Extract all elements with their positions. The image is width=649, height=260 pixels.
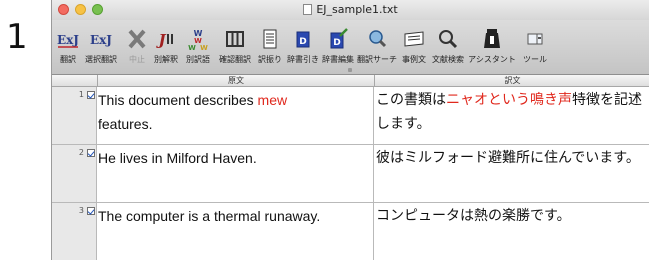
svg-text:D: D [333, 38, 340, 48]
row-number: 2 [78, 148, 84, 157]
highlighted-translation: ニャオという鳴き声 [446, 92, 572, 108]
source-text[interactable]: He lives in Milford Haven. [98, 146, 368, 170]
target-text[interactable]: コンピュータは熱の楽勝です。 [376, 204, 646, 228]
tools-icon [522, 26, 548, 52]
stop-x-icon [124, 26, 150, 52]
sentence-row[interactable]: 1 This document describes mew features. こ… [52, 87, 649, 144]
example-sentence-label: 事例文 [402, 55, 426, 64]
literature-search-label: 文献検索 [432, 55, 464, 64]
window-title-area: EJ_sample1.txt [52, 3, 649, 16]
dictionary-edit-button[interactable]: D 辞書編集 [321, 26, 355, 65]
target-text[interactable]: この書類はニャオという鳴き声特徴を記述します。 [376, 88, 646, 136]
gutter-divider [96, 87, 97, 260]
window-title: EJ_sample1.txt [316, 3, 398, 16]
row-checkbox[interactable] [87, 91, 95, 99]
column-divider[interactable] [373, 87, 374, 260]
ej-translate-icon: ExJ [55, 26, 81, 52]
svg-text:D: D [299, 37, 306, 47]
literature-search-icon [435, 26, 461, 52]
document-icon [303, 4, 313, 15]
stop-label: 中止 [129, 55, 145, 64]
alt-interpretation-label: 別解釈 [154, 55, 178, 64]
sentence-row[interactable]: 3 The computer is a thermal runaway. コンピ… [52, 203, 649, 260]
sentence-row[interactable]: 2 He lives in Milford Haven. 彼はミルフォード避難所… [52, 145, 649, 202]
assistant-icon [479, 26, 505, 52]
translation-search-icon [364, 26, 390, 52]
tools-label: ツール [523, 55, 547, 64]
translate-label: 翻訳 [60, 55, 76, 64]
translation-search-button[interactable]: 翻訳サーチ [355, 26, 399, 65]
svg-text:ExJ: ExJ [57, 33, 79, 47]
alt-word-button[interactable]: WWWW 別訳語 [182, 26, 214, 65]
step-number: 1 [6, 17, 28, 57]
selection-translate-label: 選択翻訳 [85, 55, 117, 64]
assistant-label: アシスタント [468, 55, 516, 64]
row-checkbox[interactable] [87, 149, 95, 157]
stop-button[interactable]: 中止 [124, 26, 150, 65]
dictionary-lookup-icon: D [290, 26, 316, 52]
source-text[interactable]: This document describes mew features. [98, 88, 368, 136]
selection-translate-button[interactable]: ExJ 選択翻訳 [82, 26, 120, 65]
highlighted-word: mew [257, 92, 288, 108]
dictionary-lookup-label: 辞書引き [287, 55, 319, 64]
svg-text:W: W [200, 44, 208, 52]
interlinear-icon [257, 26, 283, 52]
translation-search-label: 翻訳サーチ [357, 55, 397, 64]
target-text[interactable]: 彼はミルフォード避難所に住んでいます。 [376, 146, 646, 170]
dictionary-edit-icon: D [325, 26, 351, 52]
alt-word-icon: WWWW [185, 26, 211, 52]
literature-search-button[interactable]: 文献検索 [429, 26, 467, 65]
source-text[interactable]: The computer is a thermal runaway. [98, 204, 368, 228]
example-sentence-button[interactable]: 事例文 [400, 26, 428, 65]
title-bar: EJ_sample1.txt [52, 0, 649, 20]
row-number: 1 [78, 90, 84, 99]
row-number: 3 [78, 206, 84, 215]
interlinear-button[interactable]: 訳振り [255, 26, 285, 65]
svg-text:J: J [155, 31, 166, 49]
ej-selection-translate-icon: ExJ [88, 26, 114, 52]
dictionary-lookup-button[interactable]: D 辞書引き [286, 26, 320, 65]
source-column-header[interactable]: 原文 [97, 75, 374, 87]
svg-text:W: W [188, 44, 196, 52]
alt-interpretation-button[interactable]: J 別解釈 [150, 26, 182, 65]
assistant-button[interactable]: アシスタント [468, 26, 516, 65]
column-view-icon [222, 26, 248, 52]
alt-word-label: 別訳語 [186, 55, 210, 64]
svg-text:ExJ: ExJ [90, 33, 112, 47]
interlinear-label: 訳振り [258, 55, 282, 64]
app-window: EJ_sample1.txt ExJ 翻訳 ExJ 選択翻訳 中止 J 別解釈 … [51, 0, 649, 260]
toolbar-splitter-handle[interactable] [348, 68, 352, 72]
target-column-header[interactable]: 訳文 [374, 75, 649, 87]
example-sentence-icon [401, 26, 427, 52]
tools-button[interactable]: ツール [518, 26, 552, 65]
dictionary-edit-label: 辞書編集 [322, 55, 354, 64]
row-checkbox[interactable] [87, 207, 95, 215]
alt-interpretation-icon: J [153, 26, 179, 52]
translate-button[interactable]: ExJ 翻訳 [53, 26, 83, 65]
confirm-translate-label: 確認翻訳 [219, 55, 251, 64]
confirm-translate-button[interactable]: 確認翻訳 [215, 26, 255, 65]
gutter-header [52, 75, 97, 87]
toolbar: ExJ 翻訳 ExJ 選択翻訳 中止 J 別解釈 WW W W 別訳語 確認翻訳… [52, 20, 649, 75]
